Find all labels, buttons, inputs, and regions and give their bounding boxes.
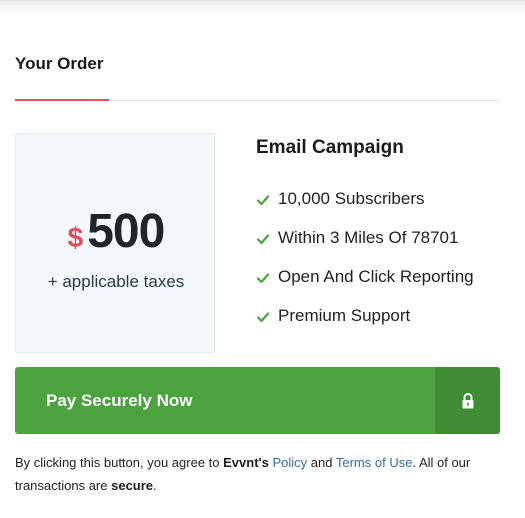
taxes-note: + applicable taxes — [47, 272, 185, 291]
feature-label: Within 3 Miles Of 78701 — [278, 228, 459, 247]
check-icon — [256, 195, 270, 206]
lock-icon — [462, 392, 473, 408]
pay-button-label: Pay Securely Now — [46, 391, 193, 410]
terms-text: By clicking this button, you agree to — [15, 455, 224, 470]
top-border — [0, 0, 525, 1]
feature-item: Premium Support — [256, 305, 474, 344]
lock-section — [435, 367, 500, 434]
price-box: $500 + applicable taxes — [15, 133, 215, 353]
feature-label: Premium Support — [278, 306, 411, 325]
price: $500 — [16, 204, 216, 259]
check-icon — [256, 312, 270, 323]
check-icon — [256, 234, 270, 245]
order-page: Your Order $500 + applicable taxes Email… — [0, 0, 525, 518]
title-divider-accent — [15, 99, 109, 101]
feature-item: 10,000 Subscribers — [256, 188, 474, 227]
feature-label: 10,000 Subscribers — [278, 189, 425, 208]
terms-text: and — [307, 455, 336, 470]
price-amount: 500 — [87, 205, 165, 258]
secure-label: secure — [111, 478, 154, 493]
currency-symbol: $ — [67, 222, 84, 253]
feature-label: Open And Click Reporting — [278, 267, 474, 286]
feature-item: Open And Click Reporting — [256, 266, 474, 305]
brand-name: Evvnt's — [223, 455, 269, 470]
feature-item: Within 3 Miles Of 78701 — [256, 227, 474, 266]
terms-notice: By clicking this button, you agree to Ev… — [15, 451, 505, 497]
feature-list: 10,000 Subscribers Within 3 Miles Of 787… — [256, 188, 474, 344]
check-icon — [256, 273, 270, 284]
top-shadow — [0, 0, 525, 14]
terms-of-use-link[interactable]: Terms of Use — [336, 455, 413, 470]
policy-link[interactable]: Policy — [272, 455, 307, 470]
terms-text: . — [153, 478, 157, 493]
product-title: Email Campaign — [256, 137, 404, 158]
order-title: Your Order — [15, 54, 104, 73]
pay-securely-button[interactable]: Pay Securely Now — [15, 367, 500, 434]
